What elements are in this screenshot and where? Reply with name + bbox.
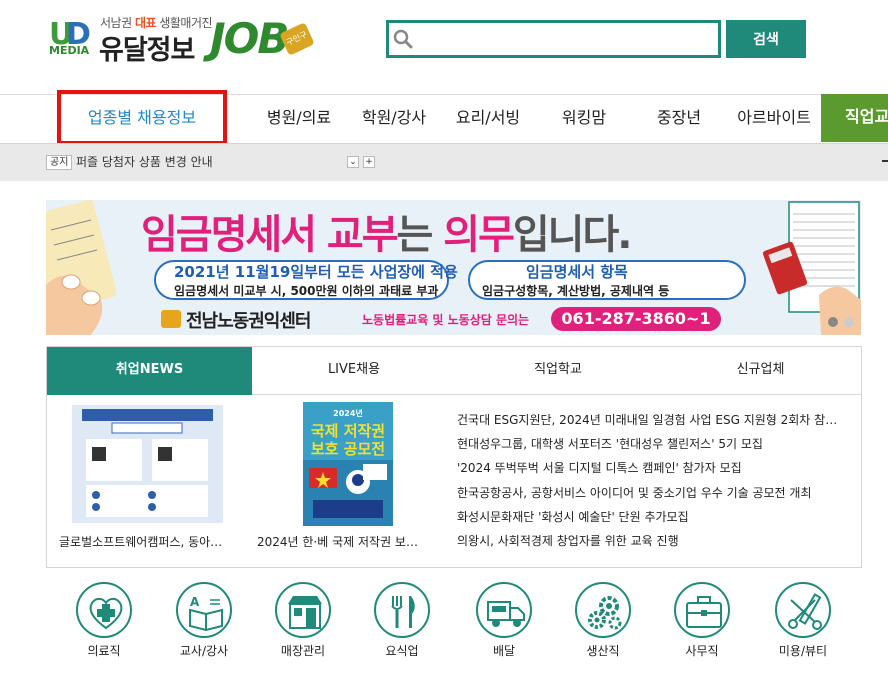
category-teacher[interactable]: A 교사/강사 [169, 582, 239, 659]
category-label: 배달 [492, 644, 516, 658]
banner-edu-text: 노동법률교육 및 노동상담 문의는 [362, 313, 530, 327]
nav-item-part-time[interactable]: 아르바이트 [726, 95, 822, 142]
nav-highlight-box [57, 90, 227, 145]
briefcase-icon [686, 596, 722, 628]
nav-item-cooking[interactable]: 요리/서빙 [442, 95, 534, 142]
category-medical-circle [76, 582, 132, 638]
category-production[interactable]: 생산직 [568, 582, 638, 659]
banner-pill-items-title: 임금명세서 항목 [526, 263, 628, 281]
category-label: 의료직 [87, 644, 121, 658]
tab-job-news[interactable]: 취업NEWS [47, 347, 252, 395]
logo-media-text: MEDIA [49, 44, 90, 57]
tab-vocational-school[interactable]: 직업학교 [456, 347, 660, 395]
category-store-circle [275, 582, 331, 638]
payslip-calculator-icon [762, 201, 861, 335]
news-thumbnail-2-caption[interactable]: 2024년 한·베 국제 저작권 보호 공모전 [257, 533, 422, 550]
news-list-item[interactable]: 건국대 ESG지원단, 2024년 미래내일 일경험 사업 ESG 지원형 2회… [457, 411, 845, 428]
notice-more-button[interactable]: + [363, 156, 375, 168]
news-list-item[interactable]: 의왕시, 사회적경제 창업자를 위한 교육 진행 [457, 532, 845, 549]
category-production-circle [575, 582, 631, 638]
tab-new-companies[interactable]: 신규업체 [660, 347, 861, 395]
search-icon [393, 29, 413, 49]
category-label: 사무직 [685, 644, 719, 658]
category-store[interactable]: 매장관리 [268, 582, 338, 659]
category-food-circle [374, 582, 430, 638]
labor-center-logo-icon [161, 310, 181, 328]
news-thumbnail-1[interactable] [72, 405, 223, 523]
nav-item-working-mom[interactable]: 워킹맘 [540, 95, 628, 142]
storefront-icon [288, 596, 322, 629]
site-header: U D MEDIA 서남권 대표 생활매거진 유달정보 JOB 구인구직 검색 [0, 0, 888, 95]
svg-text:A: A [190, 595, 200, 609]
promo-banner[interactable]: 임금명세서 교부는 의무입니다. 2021년 11월19일부터 모든 사업장에 … [46, 200, 861, 335]
notice-text[interactable]: 퍼즐 당첨자 상품 변경 안내 [76, 153, 213, 170]
labor-center-name: 전남노동권익센터 [186, 311, 311, 332]
gears-icon [588, 596, 622, 630]
news-list-item[interactable]: 화성시문화재단 '화성시 예술단' 단원 추가모집 [457, 508, 845, 525]
medical-cross-heart-icon [89, 597, 123, 630]
news-list-item[interactable]: '2024 뚜벅뚜벅 서울 디지털 디톡스 캠페인' 참가자 모집 [457, 459, 845, 476]
banner-pill-date-sub: 임금명세서 미교부 시, 500만원 이하의 과태료 부과 [174, 284, 439, 298]
scissors-comb-icon [788, 593, 822, 630]
category-label: 요식업 [385, 644, 419, 658]
category-delivery[interactable]: 배달 [469, 582, 539, 659]
category-food[interactable]: 요식업 [367, 582, 437, 659]
poster-year: 2024년 [333, 409, 363, 418]
nav-item-job-education[interactable]: 직업교육 [821, 94, 888, 142]
category-medical[interactable]: 의료직 [69, 582, 139, 659]
delivery-truck-icon [487, 601, 525, 627]
news-thumbnail-1-caption[interactable]: 글로벌소프트웨어캠퍼스, 동아일보 '미디어 프론티어' 1기 교육생 모집 [59, 533, 229, 550]
category-delivery-circle [476, 582, 532, 638]
category-label: 생산직 [586, 644, 620, 658]
nav-item-academy[interactable]: 학원/강사 [346, 95, 442, 142]
tab-live-recruit[interactable]: LIVE채용 [252, 347, 456, 395]
category-beauty[interactable]: 미용/뷰티 [768, 582, 838, 659]
paper-hands-left-icon [46, 200, 116, 335]
news-thumbnail-2[interactable]: 2024년 국제 저작권 보호 공모전 [303, 402, 393, 526]
site-name[interactable]: 유달정보 [99, 28, 195, 67]
news-list-item[interactable]: 현대성우그룹, 대학생 서포터즈 '현대성우 챌린저스' 5기 모집 [457, 435, 845, 452]
poster-title-2: 보호 공모전 [310, 440, 386, 458]
category-office[interactable]: 사무직 [667, 582, 737, 659]
banner-title: 임금명세서 교부는 의무입니다. [141, 212, 632, 258]
poster-illustration-icon [303, 460, 393, 526]
notice-next-button[interactable]: ⌄ [347, 156, 359, 168]
edge-minus-icon [882, 160, 888, 162]
notice-bar: 공지 퍼즐 당첨자 상품 변경 안내 ⌄ + [0, 143, 888, 181]
search-button[interactable]: 검색 [726, 20, 806, 58]
banner-pill-date-title: 2021년 11월19일부터 모든 사업장에 적용 [174, 263, 458, 281]
nav-item-hospital[interactable]: 병원/의료 [252, 95, 346, 142]
category-beauty-circle [775, 582, 831, 638]
job-logo[interactable]: JOB [210, 14, 289, 63]
category-label: 매장관리 [280, 644, 326, 658]
banner-pill-items-sub: 임금구성항목, 계산방법, 공제내역 등 [482, 284, 670, 298]
category-label: 교사/강사 [179, 644, 229, 658]
book-abc-icon: A [189, 595, 223, 632]
news-tabs-panel: 취업NEWS LIVE채용 직업학교 신규업체 글로벌소프트웨어캠퍼스, 동아일… [46, 346, 862, 568]
notice-tag: 공지 [46, 155, 73, 170]
category-teacher-circle: A [176, 582, 232, 638]
nav-item-middle-aged[interactable]: 중장년 [636, 95, 722, 142]
banner-phone: 061-287-3860~1 [551, 307, 721, 331]
news-list-item[interactable]: 한국공항공사, 공항서비스 아이디어 및 중소기업 우수 기술 공모전 개최 [457, 484, 845, 501]
fork-knife-icon [391, 596, 415, 628]
search-input[interactable] [386, 20, 721, 58]
category-office-circle [674, 582, 730, 638]
category-label: 미용/뷰티 [778, 644, 828, 658]
